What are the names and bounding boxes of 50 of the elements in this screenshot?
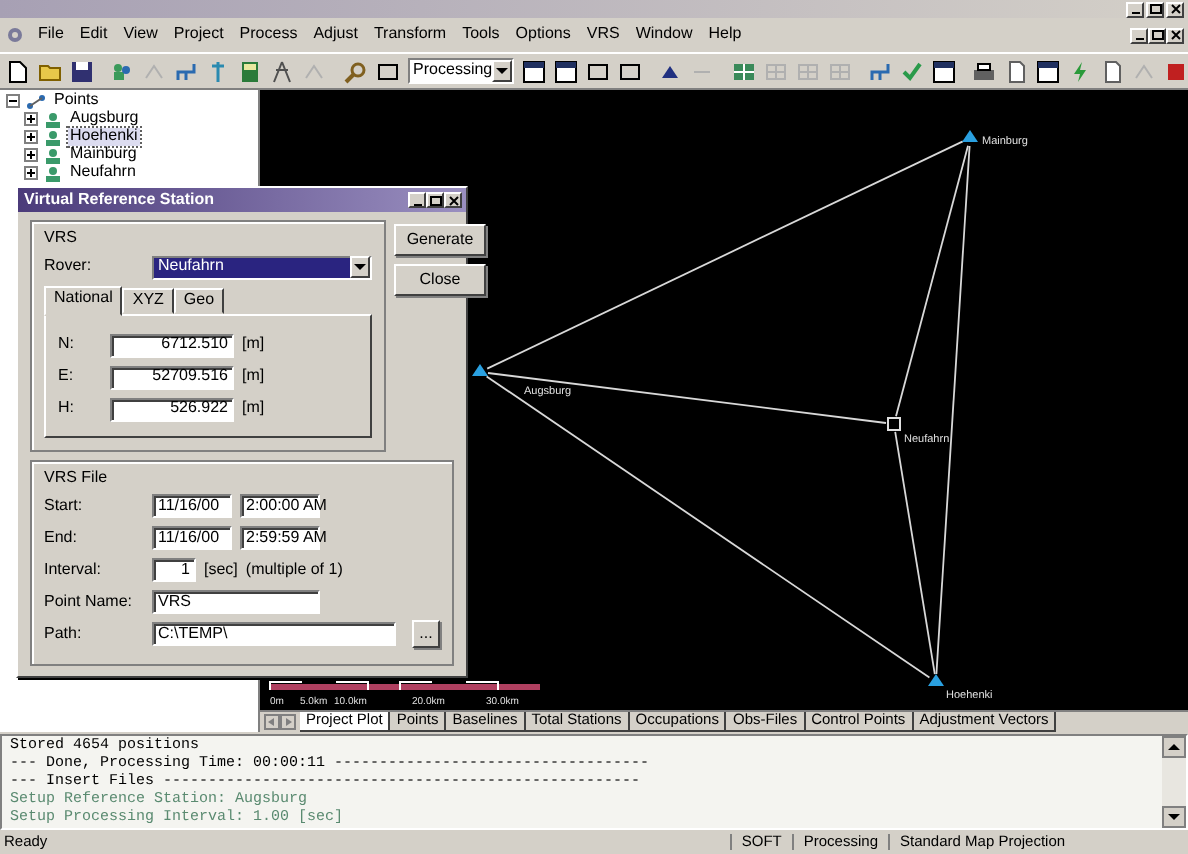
menu-item[interactable]: Adjust xyxy=(311,26,360,44)
menu-item[interactable]: Tools xyxy=(460,26,502,44)
browse-button[interactable]: ... xyxy=(412,620,440,649)
group-label: VRS xyxy=(44,230,77,248)
field-label: End: xyxy=(44,529,79,548)
field-label: Path: xyxy=(44,625,84,644)
unit-label: [m] xyxy=(242,368,265,386)
coordinate-field[interactable]: 52709.516 xyxy=(110,365,234,390)
hint-text: (multiple of 1) xyxy=(245,561,343,580)
coordinate-field[interactable]: 526.922 xyxy=(110,397,234,422)
interval-field[interactable]: 1 xyxy=(152,558,196,583)
menu-item[interactable]: Options xyxy=(513,26,573,44)
field-label: H: xyxy=(58,400,76,418)
menu-item[interactable]: Transform xyxy=(371,26,449,44)
menu-item[interactable]: Window xyxy=(633,26,695,44)
unit-label: [sec] xyxy=(204,561,238,580)
group-label: VRS File xyxy=(44,469,108,487)
menu-item[interactable]: File xyxy=(36,26,66,44)
menu-item[interactable]: View xyxy=(121,26,160,44)
path-field[interactable]: C:\TEMP\ xyxy=(152,622,396,647)
dialog-button[interactable]: Close xyxy=(394,264,486,296)
field-label: Point Name: xyxy=(44,593,135,612)
menu-item[interactable]: VRS xyxy=(584,26,622,44)
unit-label: [m] xyxy=(242,336,265,354)
unit-label: [m] xyxy=(242,400,265,418)
menu-item[interactable]: Edit xyxy=(77,26,110,44)
tab[interactable]: National xyxy=(44,285,123,316)
field-label: Start: xyxy=(44,497,85,516)
field-label: E: xyxy=(58,368,76,386)
coordinate-field[interactable]: 6712.510 xyxy=(110,333,234,358)
dialog-button[interactable]: Generate xyxy=(394,224,486,256)
tree-item[interactable]: Neufahrn xyxy=(68,164,138,182)
point-name-field[interactable]: VRS xyxy=(152,590,320,615)
tab[interactable]: XYZ xyxy=(122,287,174,314)
tree-item[interactable]: Points xyxy=(52,92,101,110)
date-field[interactable]: 11/16/00 xyxy=(152,494,232,519)
menu-item[interactable]: Help xyxy=(706,26,744,44)
field-label: Interval: xyxy=(44,561,103,580)
dialog-title: Virtual Reference Station xyxy=(24,191,214,209)
rover-dropdown[interactable]: Neufahrn xyxy=(152,255,372,280)
menu-item[interactable]: Process xyxy=(237,26,300,44)
mode-dropdown[interactable]: Processing xyxy=(407,58,515,84)
tree-item[interactable]: Augsburg xyxy=(68,110,141,128)
tree-item[interactable]: Mainburg xyxy=(68,146,139,164)
tab[interactable]: Geo xyxy=(173,287,225,314)
menu-item[interactable]: Project xyxy=(171,26,226,44)
date-field[interactable]: 11/16/00 xyxy=(152,526,232,551)
field-label: Rover: xyxy=(44,258,94,277)
field-label: N: xyxy=(58,336,76,354)
tree-item[interactable]: Hoehenki xyxy=(68,128,140,146)
